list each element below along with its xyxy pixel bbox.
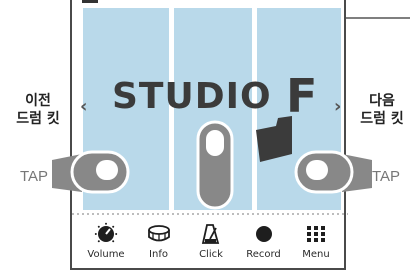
prev-chevron-icon[interactable]: ‹ [80, 96, 87, 117]
prev-kit-label: 이전 드럼 킷 [6, 92, 70, 128]
device-top-marker [82, 0, 98, 3]
tab-volume-label: Volume [87, 249, 125, 260]
tab-click[interactable]: Click [185, 218, 237, 266]
separator-dots [72, 213, 348, 215]
tab-click-label: Click [199, 249, 223, 260]
tab-record[interactable]: Record [238, 218, 290, 266]
finger-tap-center-icon [196, 120, 234, 210]
tab-info[interactable]: Info [133, 218, 185, 266]
tab-info-label: Info [149, 249, 168, 260]
tap-right-label: TAP [372, 168, 401, 185]
next-kit-label-line1: 다음 [369, 93, 395, 109]
tap-left-label: TAP [20, 168, 49, 185]
grid-menu-icon [307, 226, 325, 242]
finger-tap-right-icon [294, 150, 372, 194]
tab-menu-label: Menu [302, 249, 330, 260]
prev-kit-label-line1: 이전 [25, 93, 51, 109]
finger-tap-left-icon [52, 150, 130, 194]
tab-volume[interactable]: Volume [80, 218, 132, 266]
tab-menu[interactable]: Menu [290, 218, 342, 266]
drum-icon [147, 225, 170, 242]
metronome-icon [201, 224, 220, 244]
device-frame: STUDIO F Volume Info Click Record Menu [70, 0, 348, 270]
tab-record-label: Record [246, 249, 281, 260]
next-kit-label-line2: 드럼 킷 [360, 111, 404, 127]
kit-letter: F [286, 69, 318, 123]
bottom-tab-bar: Volume Info Click Record Menu [80, 218, 342, 266]
next-kit-label: 다음 드럼 킷 [350, 92, 414, 128]
record-dot-icon [255, 226, 272, 242]
prev-kit-label-line2: 드럼 킷 [16, 111, 60, 127]
next-chevron-icon[interactable]: › [334, 96, 341, 117]
volume-knob-icon [94, 222, 118, 243]
kit-name: STUDIO [112, 76, 272, 117]
